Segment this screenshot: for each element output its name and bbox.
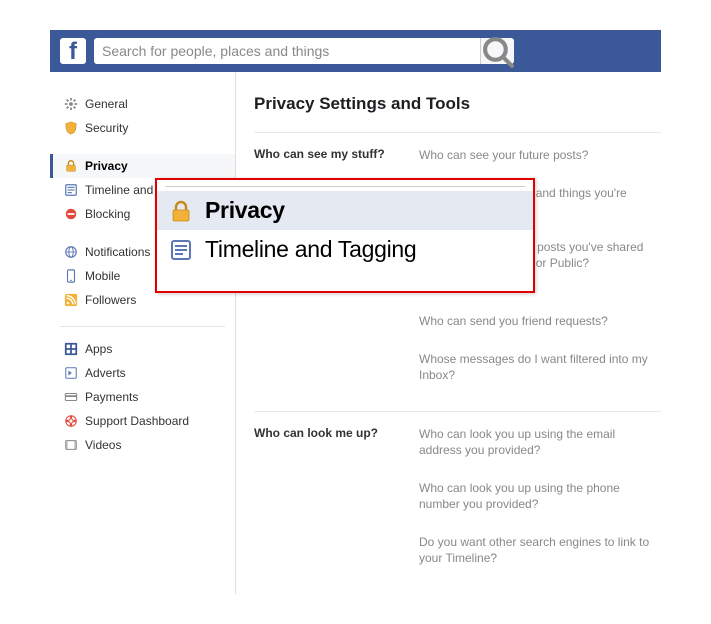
sidebar-item-label: Mobile (85, 269, 120, 283)
setting-row[interactable]: Who can send you friend requests? (419, 313, 661, 351)
search-wrap (94, 38, 514, 64)
apps-icon (63, 341, 79, 357)
lock-icon (63, 158, 79, 174)
sidebar-item-videos[interactable]: Videos (50, 433, 235, 457)
sidebar-item-label: Followers (85, 293, 136, 307)
sidebar-item-security[interactable]: Security (50, 116, 235, 140)
setting-row[interactable]: Who can look you up using the phone numb… (419, 480, 661, 534)
search-icon (481, 35, 514, 68)
gear-icon (63, 96, 79, 112)
highlighted-callout: Privacy Timeline and Tagging (155, 178, 535, 293)
sidebar-item-label: Videos (85, 438, 121, 452)
section-who-can-look: Who can look me up? Who can look you up … (254, 411, 661, 594)
mobile-icon (63, 268, 79, 284)
sidebar-item-label: Payments (85, 390, 138, 404)
rss-icon (63, 292, 79, 308)
lock-icon (167, 199, 195, 223)
setting-row[interactable]: Who can look you up using the email addr… (419, 426, 661, 480)
sidebar-item-payments[interactable]: Payments (50, 385, 235, 409)
sidebar-item-label: Security (85, 121, 128, 135)
settings-sidebar: General Security Privacy Timeline an (50, 72, 235, 594)
search-input[interactable] (94, 38, 480, 64)
video-icon (63, 437, 79, 453)
callout-item-privacy[interactable]: Privacy (157, 191, 533, 230)
page-title: Privacy Settings and Tools (254, 94, 661, 114)
content-area: General Security Privacy Timeline an (50, 72, 661, 594)
shield-icon (63, 120, 79, 136)
adverts-icon (63, 365, 79, 381)
sidebar-item-label: Blocking (85, 207, 130, 221)
callout-item-label: Privacy (205, 197, 285, 224)
sidebar-item-general[interactable]: General (50, 92, 235, 116)
section-who-can-contact: Who can contact me? Who can send you fri… (254, 299, 661, 411)
sidebar-item-label: Support Dashboard (85, 414, 189, 428)
sidebar-item-privacy[interactable]: Privacy (50, 154, 235, 178)
search-button[interactable] (480, 38, 514, 64)
main-panel: Privacy Settings and Tools Who can see m… (235, 72, 661, 594)
sidebar-item-label: Privacy (85, 159, 128, 173)
callout-item-timeline-tagging[interactable]: Timeline and Tagging (157, 230, 533, 269)
timeline-icon (63, 182, 79, 198)
top-header: f (50, 30, 661, 72)
sidebar-item-label: Apps (85, 342, 112, 356)
sidebar-item-label: General (85, 97, 128, 111)
credit-card-icon (63, 389, 79, 405)
facebook-logo-icon[interactable]: f (60, 38, 86, 64)
blocked-icon (63, 206, 79, 222)
sidebar-item-adverts[interactable]: Adverts (50, 361, 235, 385)
section-label: Who can look me up? (254, 426, 419, 588)
setting-row[interactable]: Do you want other search engines to link… (419, 534, 661, 588)
sidebar-item-label: Adverts (85, 366, 126, 380)
callout-item-label: Timeline and Tagging (205, 236, 416, 263)
setting-row[interactable]: Whose messages do I want filtered into m… (419, 351, 661, 405)
timeline-icon (167, 238, 195, 262)
globe-icon (63, 244, 79, 260)
sidebar-item-apps[interactable]: Apps (50, 337, 235, 361)
sidebar-item-label: Notifications (85, 245, 150, 259)
sidebar-item-support-dashboard[interactable]: Support Dashboard (50, 409, 235, 433)
lifebuoy-icon (63, 413, 79, 429)
sidebar-divider (60, 326, 225, 327)
